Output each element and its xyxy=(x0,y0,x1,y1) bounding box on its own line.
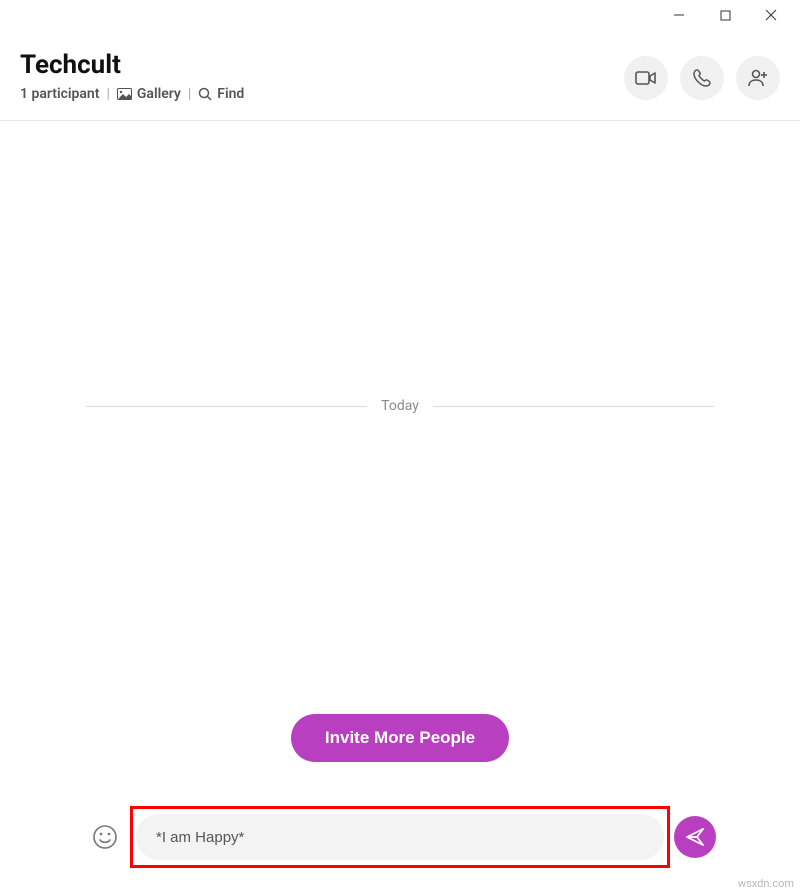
gallery-icon xyxy=(117,88,132,100)
separator: | xyxy=(188,86,191,102)
divider-line xyxy=(433,406,714,407)
video-call-button[interactable] xyxy=(624,56,668,100)
invite-more-people-button[interactable]: Invite More People xyxy=(291,714,509,762)
chat-title[interactable]: Techcult xyxy=(20,50,624,80)
smiley-icon xyxy=(92,824,118,850)
phone-icon xyxy=(692,68,712,88)
minimize-icon xyxy=(673,9,685,21)
minimize-button[interactable] xyxy=(656,0,702,30)
chat-subline: 1 participant | Gallery | Find xyxy=(20,86,624,102)
date-divider: Today xyxy=(86,398,714,414)
message-input-wrap xyxy=(136,814,664,860)
header-actions xyxy=(624,50,780,100)
chat-header: Techcult 1 participant | Gallery | Find xyxy=(0,30,800,121)
maximize-button[interactable] xyxy=(702,0,748,30)
find-label: Find xyxy=(217,86,244,102)
chat-header-left: Techcult 1 participant | Gallery | Find xyxy=(20,50,624,102)
add-people-button[interactable] xyxy=(736,56,780,100)
close-button[interactable] xyxy=(748,0,794,30)
send-icon xyxy=(685,827,705,847)
maximize-icon xyxy=(720,10,731,21)
video-icon xyxy=(635,70,657,86)
search-icon xyxy=(198,87,212,101)
divider-line xyxy=(86,406,367,407)
find-link[interactable]: Find xyxy=(198,86,244,102)
window-titlebar xyxy=(0,0,800,30)
gallery-link[interactable]: Gallery xyxy=(117,86,181,102)
date-label: Today xyxy=(381,398,419,414)
watermark: wsxdn.com xyxy=(738,877,794,890)
send-button[interactable] xyxy=(674,816,716,858)
close-icon xyxy=(765,9,777,21)
message-input[interactable] xyxy=(136,814,664,860)
chat-body: Today xyxy=(0,140,800,772)
invite-row: Invite More People xyxy=(0,714,800,762)
participants-link[interactable]: 1 participant xyxy=(20,86,99,102)
audio-call-button[interactable] xyxy=(680,56,724,100)
separator: | xyxy=(106,86,109,102)
add-person-icon xyxy=(747,68,769,88)
emoji-button[interactable] xyxy=(84,816,126,858)
message-composer xyxy=(84,814,716,860)
gallery-label: Gallery xyxy=(137,86,181,102)
